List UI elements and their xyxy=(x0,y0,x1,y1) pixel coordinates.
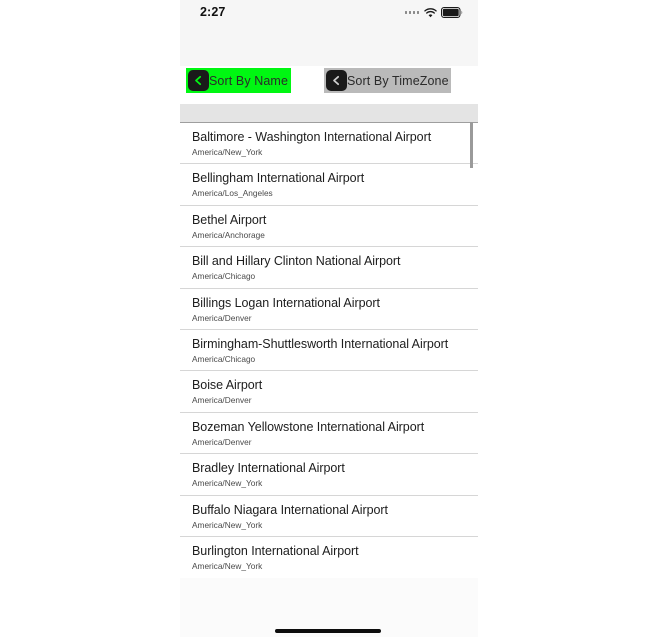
status-bar-indicators xyxy=(404,7,464,18)
bottom-safe-area xyxy=(180,578,478,637)
status-bar: 2:27 xyxy=(180,0,478,28)
airport-name: Bozeman Yellowstone International Airpor… xyxy=(192,419,425,434)
airport-timezone: America/Denver xyxy=(192,312,252,323)
airport-timezone: America/New_York xyxy=(192,519,263,530)
airport-list-inner: Baltimore - Washington International Air… xyxy=(180,122,478,577)
chevron-left-icon xyxy=(188,70,209,91)
airport-timezone: America/New_York xyxy=(192,478,263,489)
airport-name: Bill and Hillary Clinton National Airpor… xyxy=(192,254,401,269)
airport-name: Bradley International Airport xyxy=(192,461,345,476)
home-indicator[interactable] xyxy=(275,629,381,633)
airport-name: Bethel Airport xyxy=(192,212,267,227)
airport-name: Baltimore - Washington International Air… xyxy=(192,130,432,144)
top-chrome: 2:27 xyxy=(180,0,478,66)
airport-timezone: America/Chicago xyxy=(192,353,256,364)
phone-screen: 2:27 Sort By Name Sort By TimeZone Balti… xyxy=(180,0,478,637)
sort-by-timezone-label: Sort By TimeZone xyxy=(347,73,449,88)
airport-name: Birmingham-Shuttlesworth International A… xyxy=(192,336,449,351)
signal-dots-icon xyxy=(404,11,419,14)
airport-name: Billings Logan International Airport xyxy=(192,295,380,310)
airport-timezone: America/Anchorage xyxy=(192,229,265,240)
airport-list[interactable]: Baltimore - Washington International Air… xyxy=(180,122,478,578)
list-item[interactable]: Birmingham-Shuttlesworth International A… xyxy=(180,328,478,370)
battery-icon xyxy=(441,7,463,18)
list-section-header xyxy=(180,104,478,122)
sort-by-name-button[interactable]: Sort By Name xyxy=(186,68,291,93)
list-item[interactable]: Baltimore - Washington International Air… xyxy=(180,122,478,163)
chevron-left-icon xyxy=(326,70,347,91)
airport-name: Boise Airport xyxy=(192,378,263,393)
list-item[interactable]: Bradley International Airport America/New… xyxy=(180,453,478,494)
airport-timezone: America/Los_Angeles xyxy=(192,188,273,199)
list-scrollbar[interactable] xyxy=(470,122,473,578)
list-item[interactable]: Burlington International Airport America/… xyxy=(180,535,478,577)
list-item[interactable]: Bozeman Yellowstone International Airpor… xyxy=(180,411,478,453)
airport-timezone: America/Denver xyxy=(192,436,252,447)
airport-timezone: America/Chicago xyxy=(192,271,256,282)
airport-timezone: America/New_York xyxy=(192,147,263,157)
status-bar-clock: 2:27 xyxy=(200,5,226,19)
list-item[interactable]: Boise Airport America/Denver xyxy=(180,370,478,411)
airport-name: Bellingham International Airport xyxy=(192,171,365,186)
list-item[interactable]: Billings Logan International Airport Amer… xyxy=(180,287,478,329)
sort-by-name-label: Sort By Name xyxy=(209,73,289,88)
list-item[interactable]: Bill and Hillary Clinton National Airpor… xyxy=(180,246,478,287)
airport-timezone: America/New_York xyxy=(192,560,263,571)
wifi-icon xyxy=(424,7,437,18)
airport-name: Buffalo Niagara International Airport xyxy=(192,502,388,517)
sort-by-timezone-button[interactable]: Sort By TimeZone xyxy=(324,68,451,93)
airport-name: Burlington International Airport xyxy=(192,543,359,558)
list-item[interactable]: Buffalo Niagara International Airport Ame… xyxy=(180,494,478,536)
airport-timezone: America/Denver xyxy=(192,395,252,406)
list-scrollbar-thumb[interactable] xyxy=(470,122,473,168)
list-item[interactable]: Bethel Airport America/Anchorage xyxy=(180,204,478,246)
list-item[interactable]: Bellingham International Airport America/… xyxy=(180,163,478,204)
